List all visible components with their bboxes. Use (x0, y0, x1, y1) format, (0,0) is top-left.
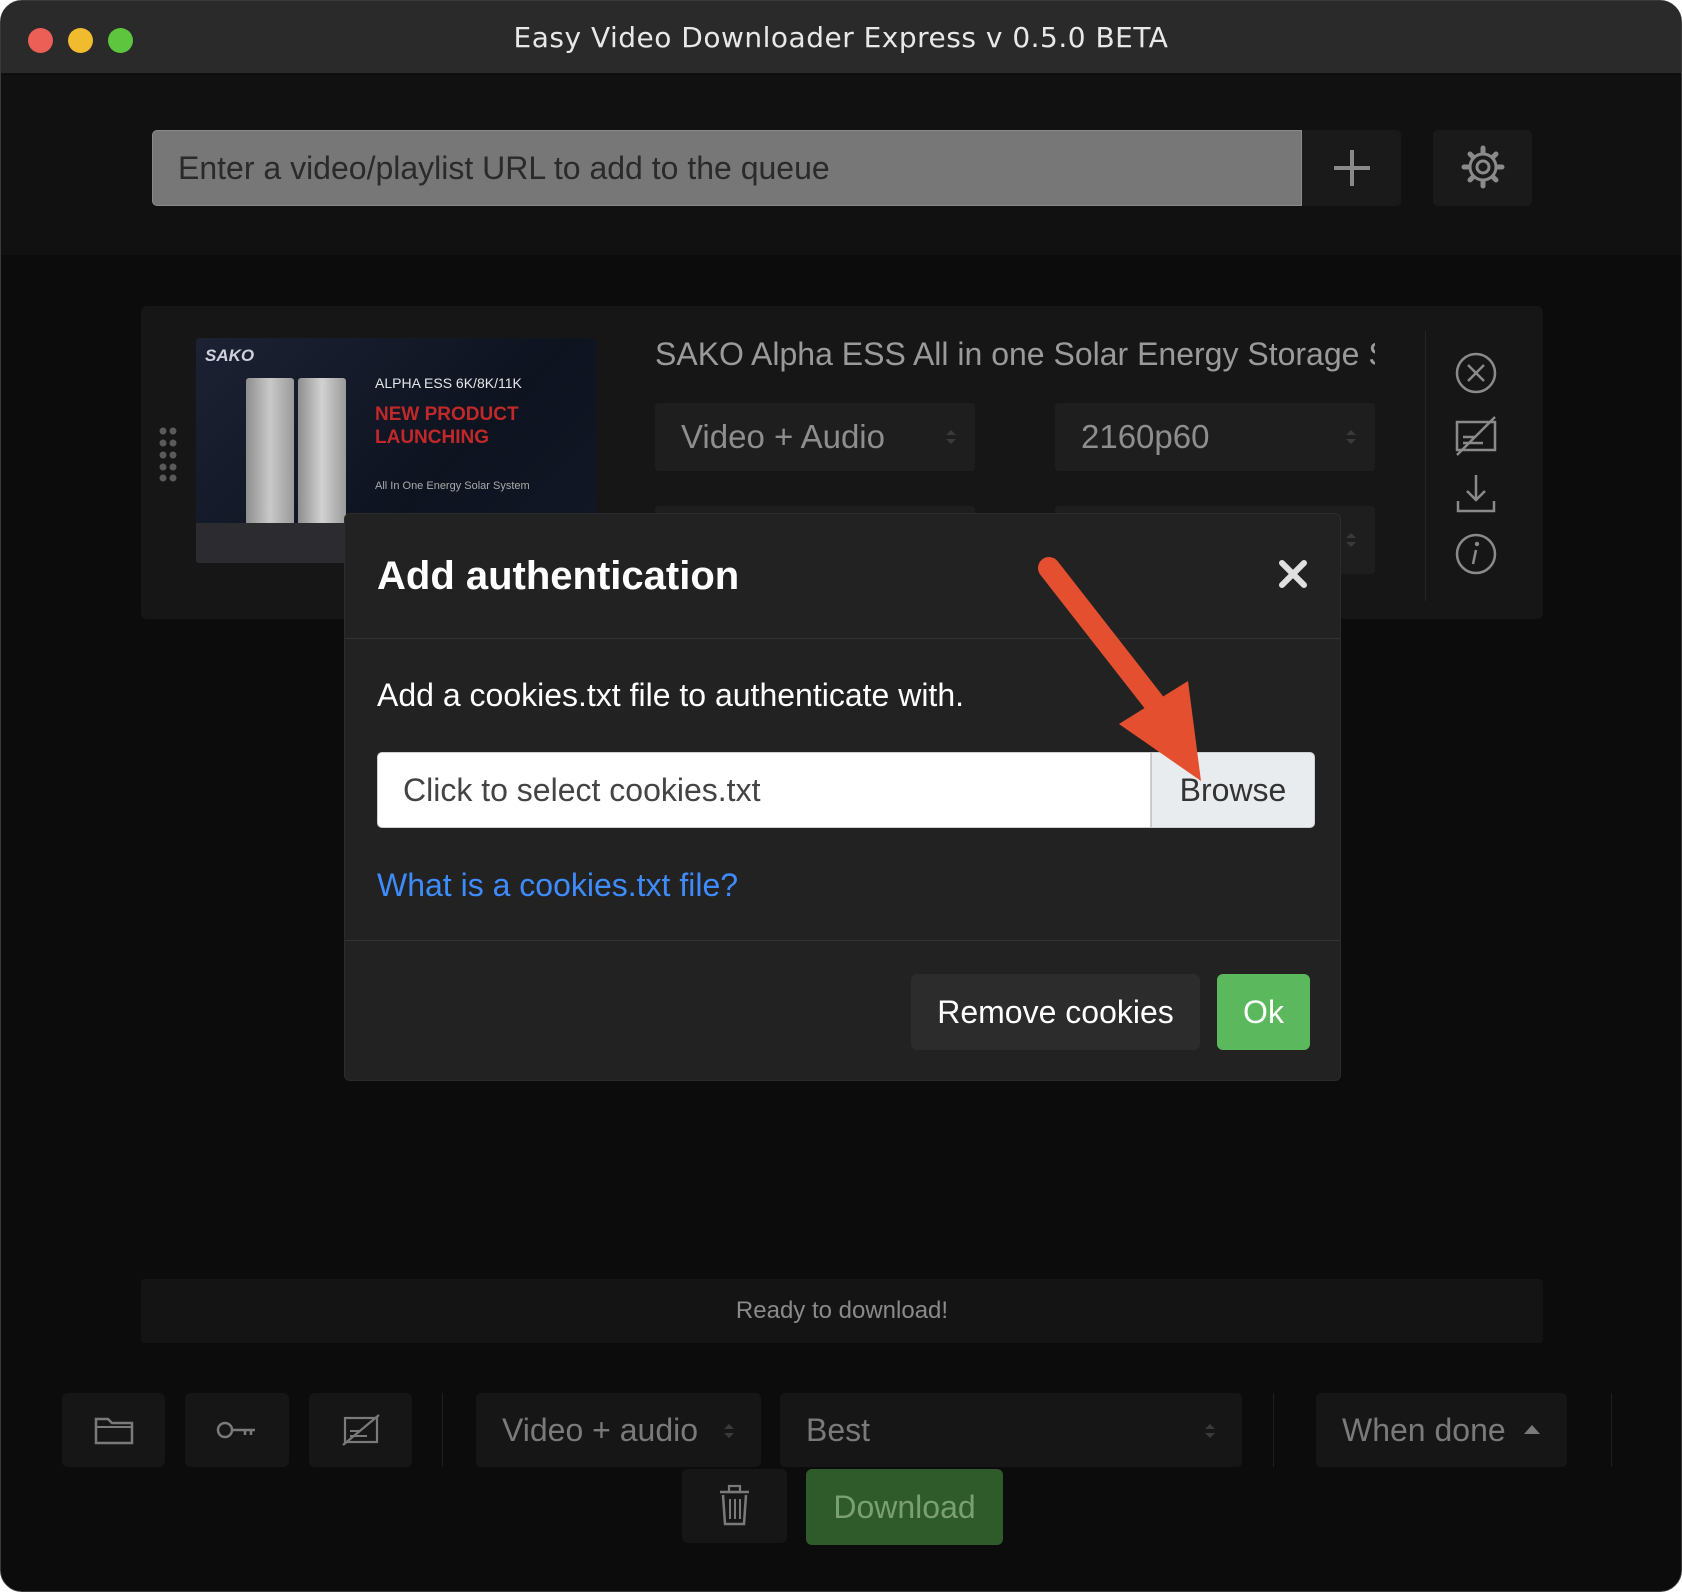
auth-modal: Add authentication Add a cookies.txt fil… (344, 513, 1341, 1081)
subtitles-off-icon[interactable] (1453, 413, 1499, 459)
rock-base-image (196, 523, 356, 563)
divider (442, 1393, 443, 1467)
cookies-help-link[interactable]: What is a cookies.txt file? (377, 867, 738, 904)
add-to-queue-button[interactable] (1302, 130, 1401, 206)
battery-cabinet-image (246, 378, 294, 528)
select-arrows-icon (724, 1424, 734, 1438)
cookies-file-input[interactable]: Click to select cookies.txt (377, 752, 1151, 828)
select-arrows-icon (1205, 1424, 1215, 1438)
thumbnail-subtitle: All In One Energy Solar System (375, 480, 530, 492)
divider (345, 940, 1340, 941)
settings-button[interactable] (1433, 130, 1532, 206)
global-quality-value: Best (806, 1412, 871, 1448)
video-title: SAKO Alpha ESS All in one Solar Energy S… (655, 336, 1375, 372)
global-type-select[interactable]: Video + audio (476, 1393, 761, 1467)
thumbnail-headline: NEW PRODUCT LAUNCHING (375, 404, 519, 448)
authentication-button[interactable] (185, 1393, 289, 1467)
open-folder-button[interactable] (62, 1393, 165, 1467)
item-resolution-select[interactable]: 2160p60 (1055, 403, 1375, 471)
remove-cookies-button[interactable]: Remove cookies (911, 974, 1200, 1050)
info-icon[interactable] (1453, 531, 1499, 577)
remove-circle-icon[interactable] (1453, 350, 1499, 396)
item-resolution-value: 2160p60 (1081, 418, 1210, 455)
gear-icon (1461, 145, 1505, 189)
key-icon (216, 1421, 255, 1439)
battery-cabinet-image (298, 378, 346, 528)
item-type-select[interactable]: Video + Audio (655, 403, 975, 471)
select-arrows-icon (1346, 533, 1356, 547)
ok-button[interactable]: Ok (1217, 974, 1310, 1050)
title-bar: Easy Video Downloader Express v 0.5.0 BE… (1, 1, 1681, 74)
status-bar: Ready to download! (141, 1279, 1543, 1343)
thumbnail-model: ALPHA ESS 6K/8K/11K (375, 375, 522, 391)
select-arrows-icon (946, 430, 956, 444)
divider (1425, 331, 1426, 601)
select-arrows-icon (1346, 430, 1356, 444)
download-icon[interactable] (1453, 471, 1499, 517)
folder-icon (94, 1417, 134, 1445)
app-window: Easy Video Downloader Express v 0.5.0 BE… (0, 0, 1682, 1592)
subtitles-off-icon (342, 1414, 380, 1446)
drag-handle-icon[interactable] (158, 426, 178, 482)
when-done-dropdown[interactable]: When done (1316, 1393, 1567, 1467)
clear-queue-button[interactable] (682, 1469, 787, 1543)
item-type-value: Video + Audio (681, 418, 885, 455)
browse-button[interactable]: Browse (1151, 752, 1315, 828)
global-type-value: Video + audio (502, 1412, 699, 1448)
when-done-label: When done (1342, 1412, 1506, 1448)
window-title: Easy Video Downloader Express v 0.5.0 BE… (513, 21, 1169, 54)
plus-icon (1334, 150, 1370, 186)
modal-description: Add a cookies.txt file to authenticate w… (377, 677, 964, 713)
thumbnail-brand: SAKO (205, 346, 255, 365)
download-button[interactable]: Download (806, 1469, 1003, 1545)
caret-up-icon (1524, 1425, 1540, 1434)
divider (1611, 1393, 1612, 1467)
modal-title: Add authentication (377, 554, 740, 598)
trash-icon (720, 1484, 749, 1526)
global-quality-select[interactable]: Best (780, 1393, 1242, 1467)
subtitles-button[interactable] (309, 1393, 412, 1467)
divider (345, 638, 1340, 639)
divider (1273, 1393, 1274, 1467)
url-input[interactable]: Enter a video/playlist URL to add to the… (152, 130, 1302, 206)
close-icon[interactable] (1276, 557, 1310, 591)
